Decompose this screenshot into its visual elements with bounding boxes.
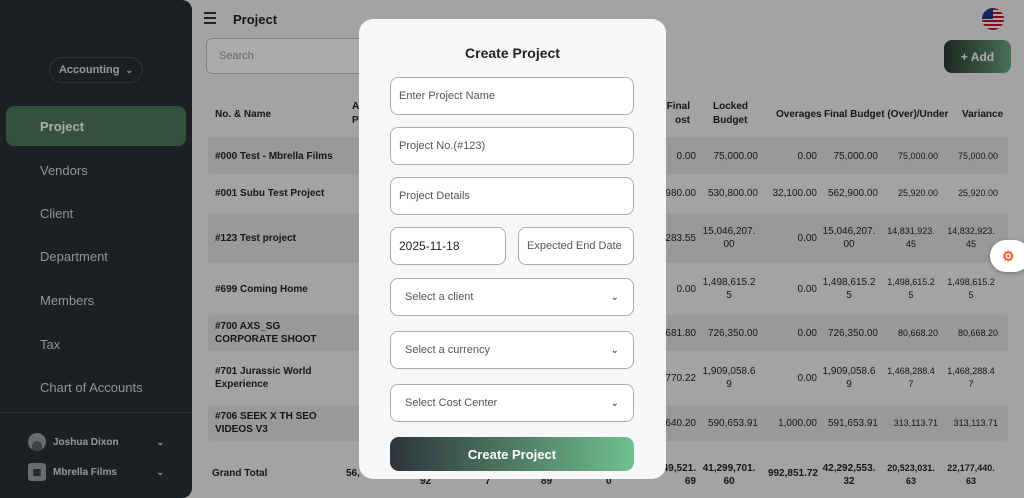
currency-select-label: Select a currency [405,344,490,356]
currency-select[interactable]: Select a currency ⌄ [390,331,634,369]
modal-title: Create Project [465,45,560,61]
end-date-input[interactable]: Expected End Date [518,227,634,265]
cost-center-select[interactable]: Select Cost Center ⌄ [390,384,634,422]
start-date-input[interactable]: 2025-11-18 [390,227,506,265]
chevron-down-icon: ⌄ [610,397,619,409]
create-project-button[interactable]: Create Project [390,437,634,471]
project-name-input[interactable]: Enter Project Name [390,77,634,115]
cost-center-select-label: Select Cost Center [405,397,498,409]
client-select-label: Select a client [405,291,474,303]
chevron-down-icon: ⌄ [610,291,619,303]
client-select[interactable]: Select a client ⌄ [390,278,634,316]
project-details-input[interactable]: Project Details [390,177,634,215]
create-project-modal: Create Project Enter Project Name Projec… [359,19,666,479]
hubspot-icon[interactable]: ⚙ [990,240,1024,272]
project-number-input[interactable]: Project No.(#123) [390,127,634,165]
chevron-down-icon: ⌄ [610,344,619,356]
